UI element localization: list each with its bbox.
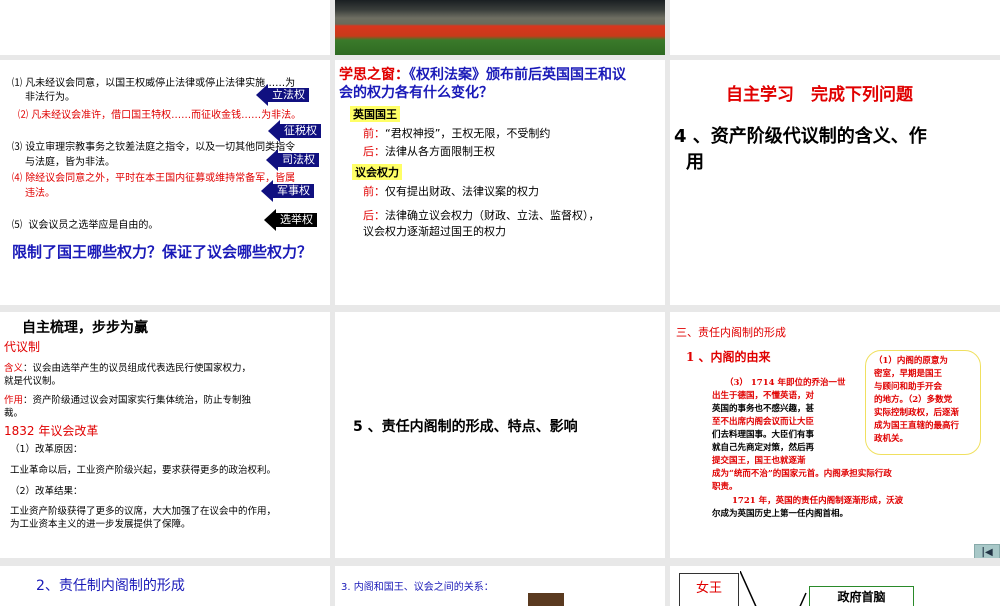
slide-thumbnail-top-middle[interactable] bbox=[335, 0, 665, 55]
slide-thumbnail-power-changes[interactable]: 学思之窗：《权利法案》颁布前后英国国王和议 会的权力各有什么变化？ 英国国王 前… bbox=[335, 60, 665, 305]
section-heading: 三、责任内阁制的形成 bbox=[676, 326, 786, 339]
reform-result-cont: 为工业资本主义的进一步发展提供了保障。 bbox=[10, 519, 191, 530]
king-before: 前：“君权神授”，王权无限，不受制约 bbox=[363, 127, 551, 140]
clause-1: ⑴ 凡未经议会同意，以国王权威停止法律或停止法律实施……为 bbox=[12, 78, 296, 89]
slide-title: 3. 内阁和国王、议会之间的关系： bbox=[341, 582, 494, 593]
slide-title: 5 、责任内阁制的形成、特点、影响 bbox=[353, 419, 578, 435]
king-after: 后：法律从各方面限制王权 bbox=[363, 145, 495, 158]
para-line: 出生于德国，不懂英语，对 bbox=[712, 391, 815, 401]
parliament-after-cont: 议会权力逐渐超过国王的权力 bbox=[363, 225, 506, 238]
para-line: 提交国王，国王也就逐渐 bbox=[712, 456, 806, 466]
slide-title: 学思之窗：《权利法案》颁布前后英国国王和议 bbox=[339, 67, 626, 83]
skip-back-icon: |◀ bbox=[981, 546, 993, 558]
callout-line: （1）内阁的原意为 bbox=[874, 356, 948, 366]
clause-4: ⑷ 除经议会同意之外，平时在本王国内征募或维持常备军，皆属 bbox=[12, 173, 296, 184]
callout-line: 与顾问和助手开会 bbox=[874, 382, 943, 392]
clause-1-cont: 非法行为。 bbox=[25, 92, 75, 103]
slide-thumbnail-bill-of-rights-clauses[interactable]: ⑴ 凡未经议会同意，以国王权威停止法律或停止法律实施……为 非法行为。 立法权 … bbox=[0, 60, 330, 305]
function-cont: 裁。 bbox=[4, 408, 24, 419]
tag-legislative-power: 立法权 bbox=[256, 84, 309, 106]
reform-cause-label: （1）改革原因： bbox=[10, 444, 83, 455]
slide-thumbnail-diagram[interactable]: 女王 政府首脑 bbox=[670, 566, 1000, 606]
tag-judicial-power: 司法权 bbox=[266, 149, 319, 171]
para-line: 就自己先商定对策，然后再 bbox=[712, 443, 815, 453]
callout-box: （1）内阁的原意为 密室，早期是国王 与顾问和助手开会 的地方。（2）多数党 实… bbox=[865, 350, 981, 455]
slide-thumbnail-self-study[interactable]: 自主学习 完成下列问题 4 、资产阶级代议制的含义、作 用 bbox=[670, 60, 1000, 305]
clause-4-cont: 违法。 bbox=[25, 188, 55, 199]
section-representative: 代议制 bbox=[4, 340, 41, 354]
queen-label: 女王 bbox=[695, 581, 722, 596]
king-heading: 英国国王 bbox=[350, 106, 400, 122]
callout-line: 的地方。（2）多数党 bbox=[874, 395, 953, 405]
slide-thumbnail-cabinet-topic[interactable]: 5 、责任内阁制的形成、特点、影响 bbox=[335, 312, 665, 558]
slide-title: 自主梳理，步步为赢 bbox=[22, 320, 148, 336]
government-head-box: 政府首脑 bbox=[809, 586, 914, 606]
tag-election-power: 选举权 bbox=[264, 209, 317, 231]
reform-result-label: （2）改革结果： bbox=[10, 486, 83, 497]
clause-3: ⑶ 设立审理宗教事务之钦差法庭之指令，以及一切其他同类指令 bbox=[12, 142, 296, 153]
callout-line: 政机关。 bbox=[874, 434, 909, 444]
question-4: 4 、资产阶级代议制的含义、作 bbox=[674, 126, 927, 147]
parliament-before: 前：仅有提出财政、法律议案的权力 bbox=[363, 185, 539, 198]
function: 作用：资产阶级通过议会对国家实行集体统治，防止专制独 bbox=[4, 395, 252, 406]
callout-line: 密室，早期是国王 bbox=[874, 369, 943, 379]
callout-line: 成为国王直辖的最高行 bbox=[874, 421, 960, 431]
subheading: 1 、内阁的由来 bbox=[686, 350, 771, 364]
slide-title-cont: 会的权力各有什么变化？ bbox=[339, 85, 493, 101]
clause-5: ⑸ 议会议员之选举应是自由的。 bbox=[12, 220, 159, 231]
slide-thumbnail-cabinet-origin[interactable]: 三、责任内阁制的形成 1 、内阁的由来 （3） 1714 年即位的乔治一世 出生… bbox=[670, 312, 1000, 558]
tag-taxation-power: 征税权 bbox=[268, 120, 321, 142]
tag-military-power: 军事权 bbox=[261, 180, 314, 202]
question-4-cont: 用 bbox=[686, 152, 704, 173]
meaning-cont: 就是代议制。 bbox=[4, 376, 62, 387]
para-line: 职责。 bbox=[712, 482, 738, 492]
slide-thumbnail-cabinet-relations[interactable]: 3. 内阁和国王、议会之间的关系： bbox=[335, 566, 665, 606]
slide-thumbnail-summary[interactable]: 自主梳理，步步为赢 代议制 含义：议会由选举产生的议员组成代表选民行使国家权力，… bbox=[0, 312, 330, 558]
parliament-heading: 议会权力 bbox=[352, 164, 402, 180]
reform-cause: 工业革命以后，工业资产阶级兴起，要求获得更多的政治权利。 bbox=[10, 465, 277, 476]
para-line: 成为“统而不治”的国家元首。内阁承担实际行政 bbox=[712, 469, 892, 479]
para-line: 1721 年，英国的责任内阁制逐渐形成，沃波 bbox=[732, 496, 904, 506]
para-line: 至不出席内阁会议而让大臣 bbox=[712, 417, 815, 427]
para-line: 英国的事务也不感兴趣，甚 bbox=[712, 404, 815, 414]
slide-thumbnail-top-left[interactable] bbox=[0, 0, 330, 55]
meaning: 含义：议会由选举产生的议员组成代表选民行使国家权力， bbox=[4, 363, 252, 374]
parliament-after: 后：法律确立议会权力（财政、立法、监督权）， bbox=[363, 209, 600, 222]
reform-result: 工业资产阶级获得了更多的议席，大大加强了在议会中的作用， bbox=[10, 506, 277, 517]
queen-box: 女王 bbox=[679, 573, 739, 606]
section-1832-reform: 1832 年议会改革 bbox=[4, 424, 99, 438]
slide-heading: 自主学习 完成下列问题 bbox=[726, 85, 913, 105]
question: 限制了国王哪些权力？保证了议会哪些权力？ bbox=[12, 243, 313, 261]
para-line: （3） 1714 年即位的乔治一世 bbox=[725, 378, 846, 388]
slide-thumbnail-top-right[interactable] bbox=[670, 0, 1000, 55]
tulip-photo bbox=[335, 0, 665, 55]
para-line: 们去料理国事。大臣们有事 bbox=[712, 430, 815, 440]
slide-title: 2、责任制内阁制的形成 bbox=[36, 578, 185, 594]
clause-2: ⑵ 凡未经议会准许，借口国王特权……而征收金钱……为非法。 bbox=[18, 110, 302, 121]
clause-3-cont: 与法庭，皆为非法。 bbox=[25, 157, 115, 168]
slide-thumbnail-cabinet-formation-2[interactable]: 2、责任制内阁制的形成 bbox=[0, 566, 330, 606]
back-to-start-button[interactable]: |◀ bbox=[974, 544, 1000, 558]
government-head-label: 政府首脑 bbox=[837, 590, 886, 604]
callout-line: 实际控制政权，后逐渐 bbox=[874, 408, 960, 418]
para-line: 尔成为英国历史上第一任内阁首相。 bbox=[712, 509, 849, 519]
